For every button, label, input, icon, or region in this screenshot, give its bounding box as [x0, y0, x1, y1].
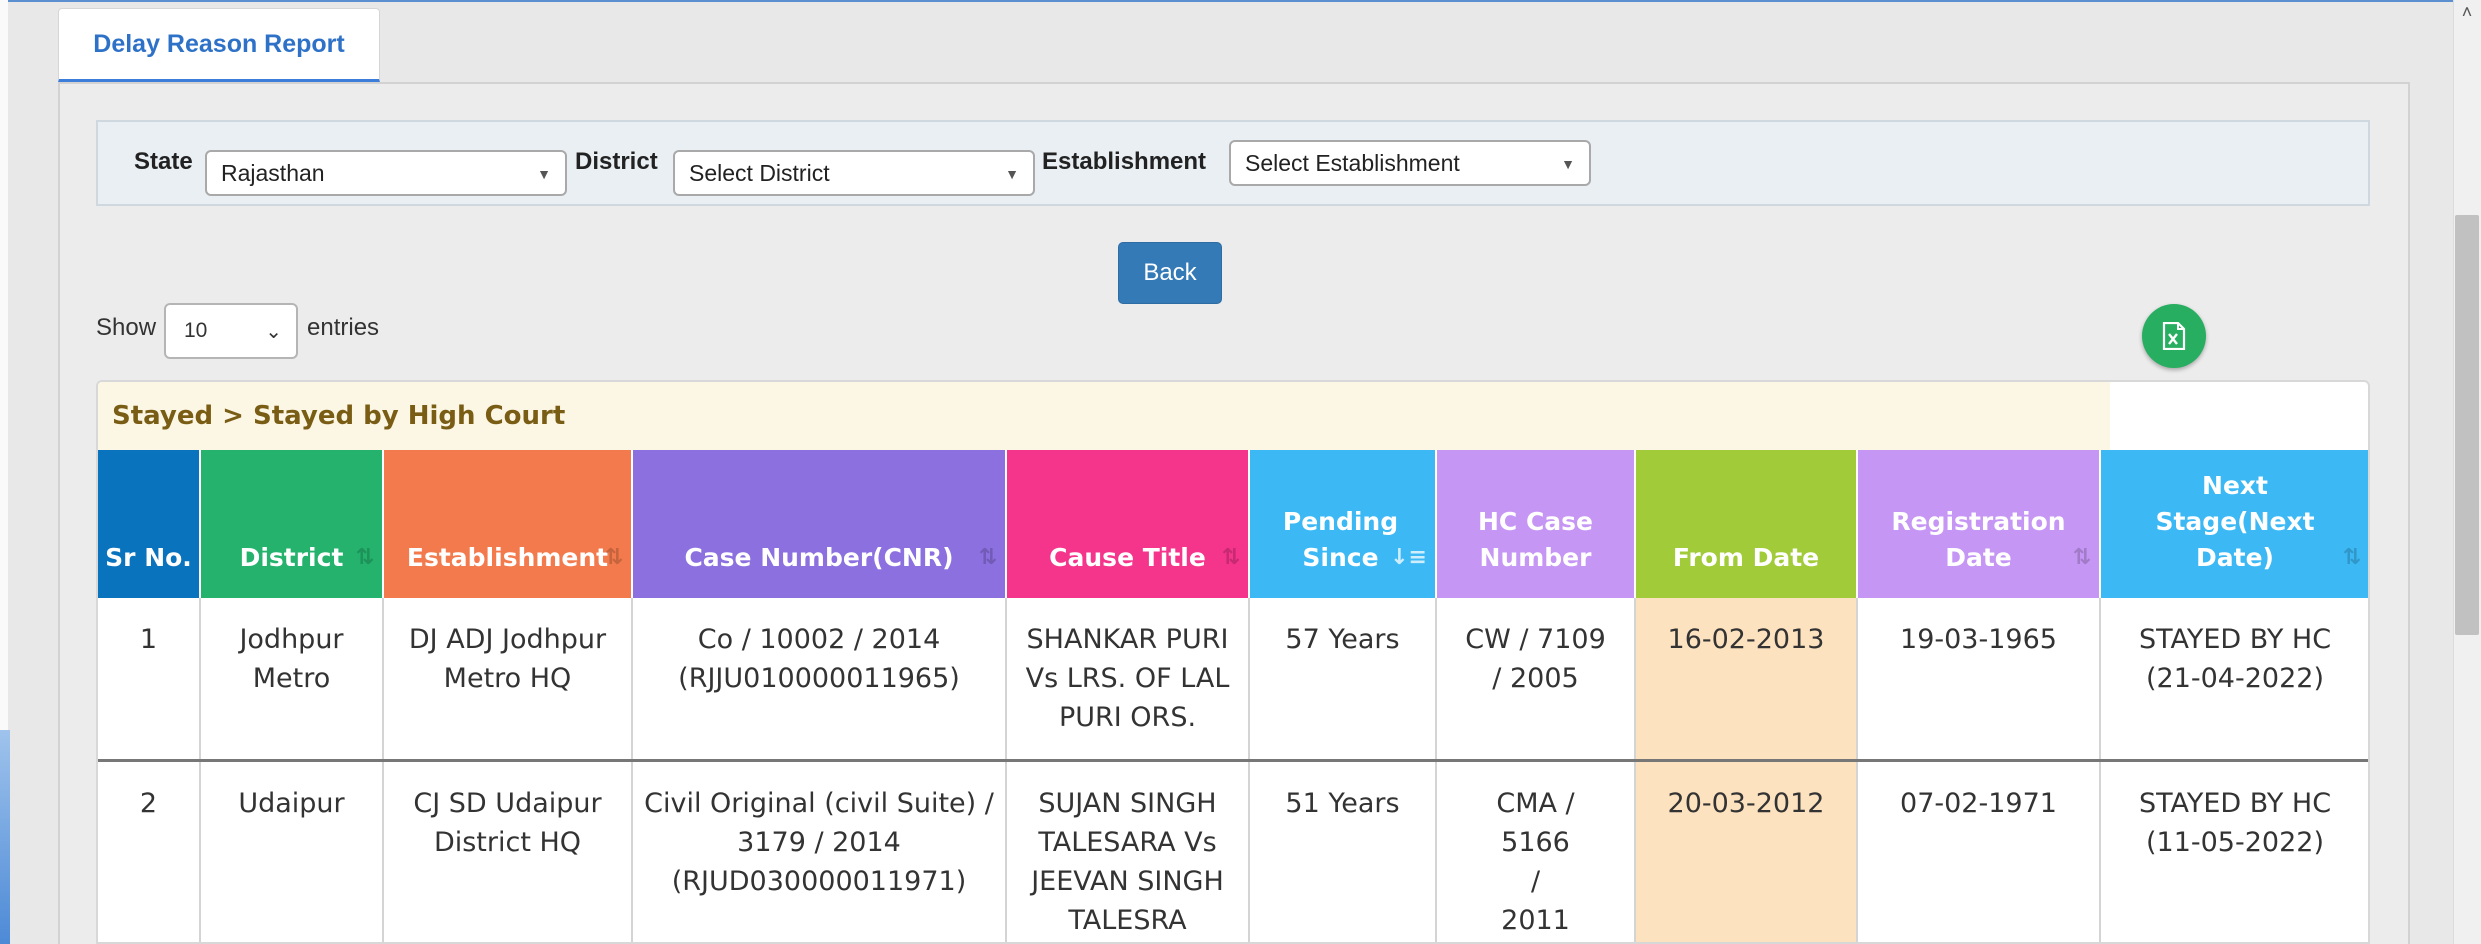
state-label: State: [134, 148, 193, 175]
cell-sr-no: 2: [98, 760, 201, 942]
header-label: District: [239, 543, 344, 572]
header-label: Registration Date: [1891, 507, 2066, 572]
excel-export-icon: [2162, 322, 2186, 350]
table-row: 1 Jodhpur Metro DJ ADJ Jodhpur Metro HQ …: [98, 598, 2368, 762]
vertical-scrollbar[interactable]: ˄: [2453, 0, 2481, 944]
establishment-label: Establishment: [1042, 148, 1207, 175]
desktop-edge-decoration: [0, 730, 10, 944]
chevron-down-icon: ▼: [1005, 166, 1019, 182]
header-label: Sr No.: [105, 543, 192, 572]
cell-establishment: DJ ADJ Jodhpur Metro HQ: [383, 598, 633, 762]
table-row: 2 Udaipur CJ SD Udaipur District HQ Civi…: [98, 760, 2368, 942]
header-district[interactable]: District ⇅: [200, 450, 384, 598]
sort-icon: ⇅: [2072, 545, 2091, 570]
cell-hc-case-number: CW / 7109 / 2005: [1436, 598, 1636, 762]
table-header-row: Sr No. District ⇅ Establishment ⇅ Case Num…: [98, 450, 2368, 598]
header-hc-case-number[interactable]: HC Case Number: [1436, 450, 1636, 598]
cell-next-stage: STAYED BY HC (21-04-2022): [2100, 598, 2368, 762]
cell-cause-title: SHANKAR PURI Vs LRS. OF LAL PURI ORS.: [1006, 598, 1250, 762]
tab-delay-reason-report[interactable]: Delay Reason Report: [58, 8, 380, 82]
header-next-stage[interactable]: Next Stage(Next Date) ⇅: [2100, 450, 2368, 598]
sort-icon: ⇅: [355, 545, 374, 570]
cell-sr-no: 1: [98, 598, 201, 762]
cell-case-number: Co / 10002 / 2014 (RJJU010000011965): [632, 598, 1007, 762]
excel-export-button[interactable]: [2142, 304, 2206, 368]
sort-icon: ⇅: [2342, 545, 2361, 570]
cell-from-date: 20-03-2012: [1635, 760, 1858, 942]
chevron-down-icon: ⌄: [265, 321, 282, 343]
header-label: Establishment: [406, 543, 609, 572]
header-establishment[interactable]: Establishment ⇅: [383, 450, 633, 598]
back-button[interactable]: Back: [1118, 242, 1222, 304]
entries-select-value: 10: [184, 319, 208, 342]
district-label: District: [575, 148, 658, 175]
header-from-date[interactable]: From Date: [1635, 450, 1858, 598]
cell-cause-title: SUJAN SINGH TALESARA Vs JEEVAN SINGH TAL…: [1006, 760, 1250, 942]
establishment-select[interactable]: Select Establishment ▼: [1229, 140, 1591, 186]
header-cause-title[interactable]: Cause Title ⇅: [1006, 450, 1250, 598]
header-sr-no[interactable]: Sr No.: [98, 450, 201, 598]
header-case-number[interactable]: Case Number(CNR) ⇅: [632, 450, 1007, 598]
entries-per-page-select[interactable]: 10 ⌄: [164, 303, 298, 359]
state-select-value: Rajasthan: [221, 159, 325, 186]
header-label: Case Number(CNR): [684, 543, 954, 572]
header-label: Next Stage(Next Date): [2155, 471, 2315, 572]
header-label: HC Case Number: [1477, 507, 1594, 572]
results-table: Sr No. District ⇅ Establishment ⇅ Case Num…: [98, 450, 2368, 942]
cell-establishment: CJ SD Udaipur District HQ: [383, 760, 633, 942]
state-select[interactable]: Rajasthan ▼: [205, 150, 567, 196]
sort-descending-icon: ↓≡: [1390, 545, 1427, 570]
sort-icon: ⇅: [978, 545, 997, 570]
sort-icon: ⇅: [1221, 545, 1240, 570]
cell-district: Udaipur: [200, 760, 384, 942]
district-select-value: Select District: [689, 159, 830, 186]
cell-case-number: Civil Original (civil Suite) / 3179 / 20…: [632, 760, 1007, 942]
chevron-down-icon: ▼: [537, 166, 551, 182]
establishment-select-value: Select Establishment: [1245, 149, 1460, 176]
table-caption: Stayed > Stayed by High Court: [98, 382, 2110, 450]
cell-hc-case-number: CMA / 5166 / 2011: [1436, 760, 1636, 942]
cell-from-date: 16-02-2013: [1635, 598, 1858, 762]
left-window-edge: [0, 0, 10, 944]
header-pending-since[interactable]: Pending Since ↓≡: [1249, 450, 1437, 598]
chevron-down-icon: ▼: [1561, 156, 1575, 172]
cell-pending-since: 51 Years: [1249, 760, 1437, 942]
cell-next-stage: STAYED BY HC (11-05-2022): [2100, 760, 2368, 942]
header-label: Pending Since: [1282, 507, 1399, 572]
show-label: Show: [96, 314, 157, 341]
sort-icon: ⇅: [604, 545, 623, 570]
cell-pending-since: 57 Years: [1249, 598, 1437, 762]
entries-label: entries: [307, 314, 380, 341]
cell-district: Jodhpur Metro: [200, 598, 384, 762]
header-registration-date[interactable]: Registration Date ⇅: [1857, 450, 2101, 598]
district-select[interactable]: Select District ▼: [673, 150, 1035, 196]
header-label: Cause Title: [1049, 543, 1206, 572]
results-table-container: Stayed > Stayed by High Court Sr No. Dis…: [96, 380, 2370, 944]
cell-registration-date: 19-03-1965: [1857, 598, 2101, 762]
header-label: From Date: [1672, 543, 1820, 572]
scroll-up-icon[interactable]: ˄: [2453, 0, 2481, 24]
scrollbar-thumb[interactable]: [2455, 215, 2479, 635]
cell-registration-date: 07-02-1971: [1857, 760, 2101, 942]
